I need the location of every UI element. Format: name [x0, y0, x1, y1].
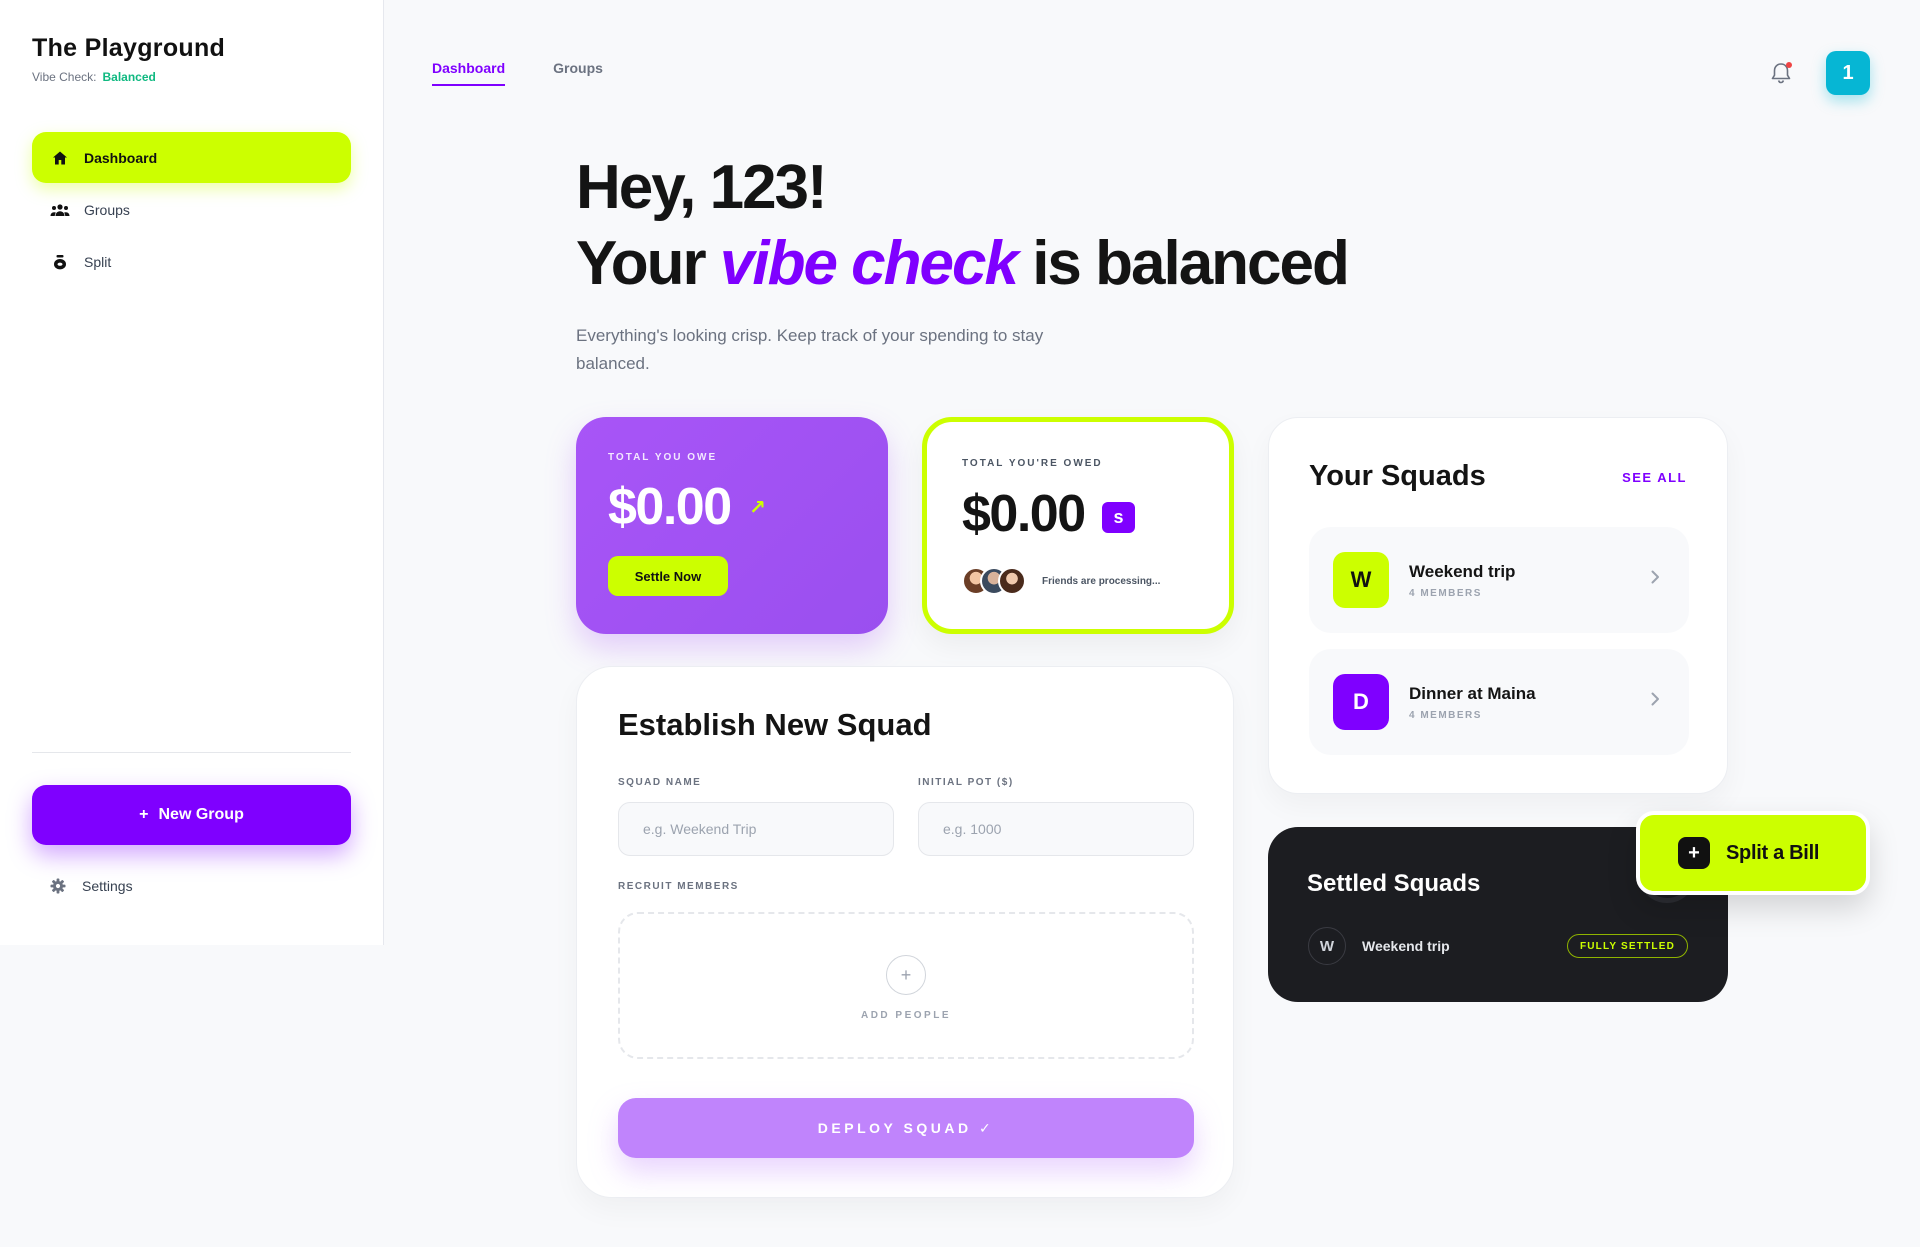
vibe-check-label: Vibe Check:: [32, 70, 97, 84]
recruit-members-label: RECRUIT MEMBERS: [618, 881, 739, 892]
gear-icon: [48, 876, 68, 896]
new-group-button[interactable]: + New Group: [32, 785, 351, 845]
squad-item-dinner-at-maina[interactable]: D Dinner at Maina 4 MEMBERS: [1309, 649, 1689, 755]
squad-members: 4 MEMBERS: [1409, 587, 1482, 599]
hero-subtitle: Everything's looking crisp. Keep track o…: [576, 326, 1044, 373]
total-owed-card: TOTAL YOU'RE OWED $0.00 s Friends are pr…: [922, 417, 1234, 634]
chevron-right-icon: [1651, 692, 1659, 706]
friends-processing-text: Friends are processing...: [1042, 575, 1161, 587]
plus-icon: +: [139, 806, 149, 823]
settled-squads-title: Settled Squads: [1307, 870, 1481, 897]
deploy-squad-button[interactable]: DEPLOY SQUAD ✓: [618, 1098, 1194, 1158]
new-group-label: New Group: [158, 806, 244, 823]
sidebar-item-label: Split: [84, 253, 112, 270]
plus-icon: +: [1678, 837, 1710, 869]
squad-badge: D: [1333, 674, 1389, 730]
hero: Hey, 123! Your vibe check is balanced Ev…: [576, 150, 1350, 378]
tab-groups[interactable]: Groups: [553, 60, 603, 86]
sidebar-nav: Dashboard Groups Split: [32, 132, 351, 288]
add-people-label: ADD PEOPLE: [860, 1010, 951, 1021]
total-owe-card: TOTAL YOU OWE $0.00 ↗ Settle Now: [576, 417, 888, 634]
settings-link[interactable]: Settings: [32, 866, 133, 906]
settle-now-button[interactable]: Settle Now: [608, 556, 728, 596]
hero-headline-start: Your: [576, 229, 707, 298]
total-owe-amount: $0.00: [608, 478, 732, 536]
squad-name: Weekend trip: [1409, 561, 1516, 581]
sidebar-divider: [32, 752, 351, 753]
your-squads-card: Your Squads SEE ALL W Weekend trip 4 MEM…: [1268, 417, 1728, 794]
settled-squad-row[interactable]: W Weekend trip FULLY SETTLED: [1308, 927, 1688, 965]
new-squad-title: Establish New Squad: [618, 707, 932, 742]
total-owe-label: TOTAL YOU OWE: [608, 452, 718, 463]
split-a-bill-label: Split a Bill: [1726, 841, 1820, 864]
notification-bell-icon[interactable]: [1766, 58, 1796, 88]
notification-dot: [1786, 62, 1792, 68]
hero-headline-end: is balanced: [1032, 229, 1350, 298]
chevron-right-icon: [1651, 570, 1659, 584]
users-icon: [50, 200, 70, 220]
currency-badge: s: [1102, 502, 1135, 533]
your-squads-title: Your Squads: [1309, 460, 1486, 492]
split-a-bill-button[interactable]: + Split a Bill: [1636, 811, 1870, 895]
initial-pot-label: INITIAL POT ($): [918, 777, 1014, 788]
squad-badge: W: [1333, 552, 1389, 608]
vibe-status: Balanced: [102, 70, 156, 84]
squad-name-input[interactable]: [618, 802, 894, 856]
home-icon: [50, 148, 70, 168]
tab-dashboard[interactable]: Dashboard: [432, 60, 506, 86]
sidebar-item-split[interactable]: Split: [32, 236, 351, 287]
vibe-check-line: Vibe Check: Balanced: [32, 70, 225, 84]
squad-info: Dinner at Maina 4 MEMBERS: [1409, 684, 1536, 721]
add-people-dropzone[interactable]: + ADD PEOPLE: [618, 912, 1194, 1059]
sidebar-item-dashboard[interactable]: Dashboard: [32, 132, 351, 183]
hero-greeting: Hey, 123!: [576, 153, 828, 222]
total-owed-label: TOTAL YOU'RE OWED: [962, 458, 1103, 469]
sidebar-item-label: Groups: [84, 201, 130, 218]
squad-members: 4 MEMBERS: [1409, 709, 1482, 721]
squad-info: Weekend trip 4 MEMBERS: [1409, 562, 1515, 599]
status-badge: FULLY SETTLED: [1566, 934, 1688, 958]
sidebar-item-groups[interactable]: Groups: [32, 184, 351, 235]
hero-headline-accent: vibe check: [719, 229, 1019, 298]
squad-name: Dinner at Maina: [1409, 683, 1536, 703]
initial-pot-input[interactable]: [918, 802, 1194, 856]
add-person-icon: +: [886, 955, 926, 995]
brand: The Playground Vibe Check: Balanced: [32, 34, 225, 84]
settled-squad-name: Weekend trip: [1362, 938, 1450, 954]
settings-label: Settings: [82, 878, 133, 894]
squad-name-label: SQUAD NAME: [618, 777, 702, 788]
top-tabs: Dashboard Groups: [432, 60, 603, 86]
settled-squad-avatar: W: [1308, 927, 1346, 965]
establish-new-squad-card: Establish New Squad SQUAD NAME INITIAL P…: [576, 666, 1234, 1198]
friend-avatar: [998, 567, 1026, 595]
total-owed-amount: $0.00: [962, 485, 1086, 543]
sidebar-item-label: Dashboard: [84, 149, 158, 166]
brand-title: The Playground: [32, 34, 226, 62]
friends-processing: Friends are processing...: [962, 567, 1160, 595]
hero-headline: Your vibe check is balanced: [576, 226, 1350, 302]
squad-item-weekend-trip[interactable]: W Weekend trip 4 MEMBERS: [1309, 527, 1689, 633]
see-all-link[interactable]: SEE ALL: [1622, 470, 1687, 485]
sidebar: The Playground Vibe Check: Balanced Dashb…: [0, 0, 384, 945]
trend-up-icon: ↗: [749, 497, 766, 519]
user-avatar[interactable]: 1: [1826, 51, 1870, 95]
money-bag-icon: [50, 252, 70, 272]
